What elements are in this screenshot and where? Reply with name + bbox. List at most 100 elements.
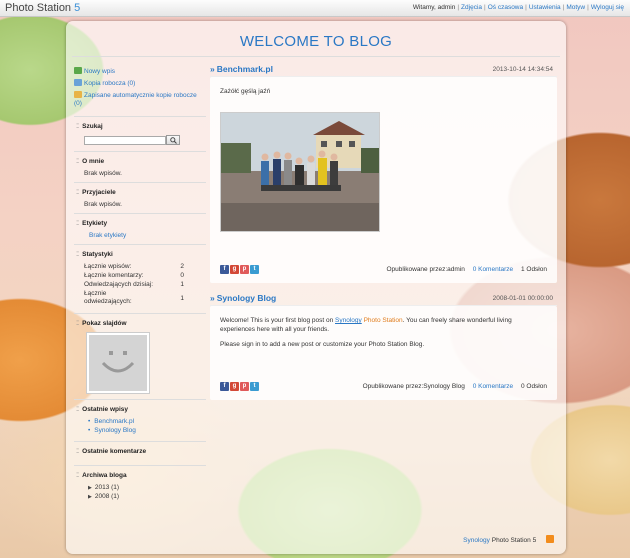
archive-widget: ⁚⁚ Archiwa bloga ▶ 2013 (1) ▶ 2008 (1) [74, 465, 206, 507]
recent-title: Ostatnie wpisy [82, 406, 129, 413]
twitter-share-icon[interactable]: t [250, 265, 259, 274]
friends-title: Przyjaciele [82, 189, 116, 196]
nav-theme[interactable]: Motyw [566, 4, 585, 11]
post-comments-link[interactable]: 0 Komentarze [473, 383, 513, 390]
archive-title: Archiwa bloga [82, 472, 127, 479]
drafts-action[interactable]: Kopia robocza (0) [74, 79, 206, 88]
drafts-label: Kopia robocza (0) [84, 80, 136, 87]
footer-synology-link[interactable]: Synology [463, 537, 490, 544]
post-photo[interactable] [220, 112, 380, 232]
post-views: 1 Odsłon [520, 266, 547, 273]
recent-post-link[interactable]: Synology Blog [88, 427, 206, 434]
nav-logout[interactable]: Wyloguj się [591, 4, 624, 11]
post-comments-link[interactable]: 0 Komentarze [473, 266, 513, 273]
stats-widget: ⁚⁚ Statystyki Łącznie wpisów: 2 Łącznie ko… [74, 244, 206, 313]
recent-post-link[interactable]: Benchmark.pl [88, 418, 206, 425]
post-footer: fgpt Opublikowane przez:Synology Blog 0 … [220, 382, 547, 396]
google-plus-share-icon[interactable]: g [230, 382, 239, 391]
autosaved-drafts-label: Zapisane automatycznie kopie robocze (0) [74, 92, 197, 107]
post-date: 2013-10-14 14:34:54 [492, 66, 553, 73]
google-plus-share-icon[interactable]: g [230, 265, 239, 274]
recent-comments-widget: ⁚⁚ Ostatnie komentarze [74, 441, 206, 465]
post-header: » Synology Blog 2008-01-01 00:00:00 [210, 292, 557, 306]
about-title: O mnie [82, 158, 105, 165]
footer-text: Photo Station 5 [491, 537, 537, 544]
group-photo-image [221, 113, 379, 231]
nav-photos[interactable]: Zdjęcia [461, 4, 482, 11]
facebook-share-icon[interactable]: f [220, 382, 229, 391]
triangle-right-icon: ▶ [88, 494, 92, 500]
friends-widget: ⁚⁚ Przyjaciele Brak wpisów. [74, 182, 206, 213]
post-title[interactable]: » Benchmark.pl [210, 64, 273, 74]
stat-row: Łącznie komentarzy: 0 [74, 272, 206, 279]
share-buttons: fgpt [220, 265, 260, 274]
blog-post: » Synology Blog 2008-01-01 00:00:00 Welco… [210, 292, 557, 400]
photo-station-brand: Photo Station [361, 317, 403, 324]
brand-version: 5 [74, 2, 81, 14]
autosaved-drafts-action[interactable]: Zapisane automatycznie kopie robocze (0) [74, 91, 206, 108]
synology-link[interactable]: Synology [335, 317, 362, 324]
search-button[interactable] [166, 135, 180, 145]
greeting: Witamy, admin [412, 4, 456, 11]
plus-icon [74, 67, 82, 74]
labels-widget: ⁚⁚ Etykiety Brak etykiety [74, 213, 206, 244]
brand-logo[interactable]: Photo Station 5 [5, 2, 80, 14]
post-body: Welcome! This is your first blog post on… [210, 306, 557, 400]
blog-post: » Benchmark.pl 2013-10-14 14:34:54 Zażółć… [210, 63, 557, 283]
new-post-label: Nowy wpis [84, 68, 116, 75]
post-footer: fgpt Opublikowane przez:admin 0 Komentar… [220, 265, 547, 279]
labels-empty-link[interactable]: Brak etykiety [74, 232, 206, 239]
triangle-right-icon: ▶ [88, 485, 92, 491]
slideshow-title: Pokaz slajdów [82, 320, 127, 327]
top-bar: Photo Station 5 Witamy, admin | Zdjęcia | Oś… [0, 0, 630, 17]
search-input[interactable] [84, 135, 166, 145]
brand-name: Photo Station [5, 2, 72, 14]
title-divider [72, 56, 560, 57]
blog-panel: WELCOME TO BLOG Nowy wpis Kopia robocza … [66, 21, 566, 554]
archive-item[interactable]: ▶ 2013 (1) [74, 484, 206, 491]
twitter-share-icon[interactable]: t [250, 382, 259, 391]
stat-value: 0 [180, 272, 184, 279]
search-widget-title: Szukaj [82, 123, 103, 130]
recent-posts-widget: ⁚⁚Ostatnie wpisy Benchmark.pl Synology B… [74, 399, 206, 441]
post-date: 2008-01-01 00:00:00 [492, 295, 553, 302]
stat-row: Łącznie wpisów: 2 [74, 263, 206, 270]
stats-title: Statystyki [82, 251, 113, 258]
nav-settings[interactable]: Ustawienia [529, 4, 561, 11]
stat-value: 2 [180, 263, 184, 270]
stat-row: Odwiedzających dzisiaj: 1 [74, 281, 206, 288]
stat-label: Odwiedzających dzisiaj: [84, 281, 154, 288]
search-widget: ⁚⁚ Szukaj [74, 116, 206, 151]
stat-label: Łącznie wpisów: [84, 263, 132, 270]
post-author: Opublikowane przez:admin [386, 266, 465, 273]
post-text: Welcome! This is your first blog post on… [220, 317, 512, 333]
plurk-share-icon[interactable]: p [240, 382, 249, 391]
archive-item[interactable]: ▶ 2008 (1) [74, 493, 206, 500]
post-text-2: Please sign in to add a new post or cust… [220, 341, 425, 348]
smiley-icon [101, 351, 135, 373]
draft-icon [74, 79, 82, 86]
post-author: Opublikowane przez:Synology Blog [362, 383, 465, 390]
slideshow-widget: ⁚⁚ Pokaz slajdów [74, 313, 206, 399]
blog-title: WELCOME TO BLOG [239, 33, 393, 50]
friends-text: Brak wpisów. [84, 201, 122, 208]
post-views: 0 Odsłon [520, 383, 547, 390]
post-header: » Benchmark.pl 2013-10-14 14:34:54 [210, 63, 557, 77]
labels-title: Etykiety [82, 220, 108, 227]
stat-row: Łącznie odwiedzających: 1 [74, 290, 206, 306]
stat-value: 1 [180, 281, 184, 288]
plurk-share-icon[interactable]: p [240, 265, 249, 274]
top-nav: Witamy, admin | Zdjęcia | Oś czasowa | Ustawie… [412, 4, 624, 11]
facebook-share-icon[interactable]: f [220, 265, 229, 274]
stat-label: Łącznie komentarzy: [84, 272, 144, 279]
stat-value: 1 [180, 294, 184, 302]
new-post-action[interactable]: Nowy wpis [74, 67, 206, 76]
sidebar: Nowy wpis Kopia robocza (0) Zapisane aut… [74, 67, 206, 507]
slideshow-placeholder[interactable] [86, 332, 150, 394]
post-title[interactable]: » Synology Blog [210, 293, 276, 303]
folder-icon [74, 91, 82, 98]
nav-timeline[interactable]: Oś czasowa [488, 4, 523, 11]
rss-icon[interactable] [546, 535, 554, 543]
stat-label: Łącznie odwiedzających: [84, 290, 132, 305]
page-footer: Synology Photo Station 5 [463, 535, 554, 544]
